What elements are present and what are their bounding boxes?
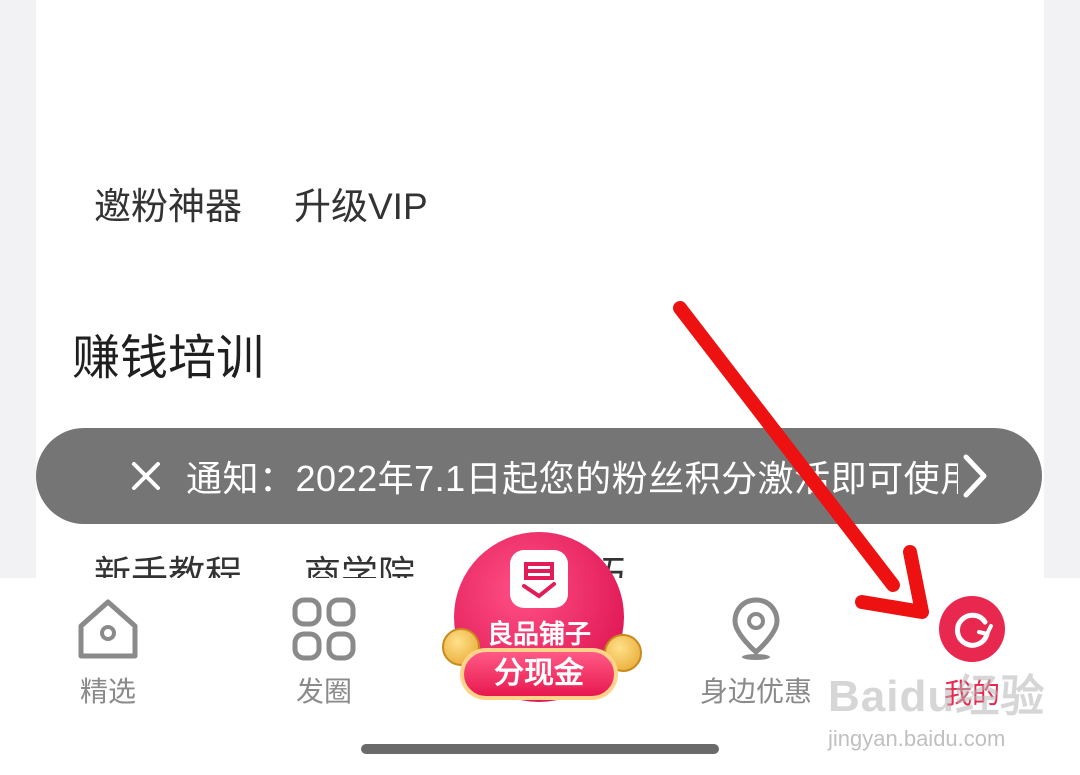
watermark-url: jingyan.baidu.com [828,726,1006,751]
watermark-logo: Baidu经验 [828,672,1046,721]
baidu-watermark: Baidu经验 jingyan.baidu.com [828,660,1045,752]
annotation-arrow-icon [673,301,929,619]
